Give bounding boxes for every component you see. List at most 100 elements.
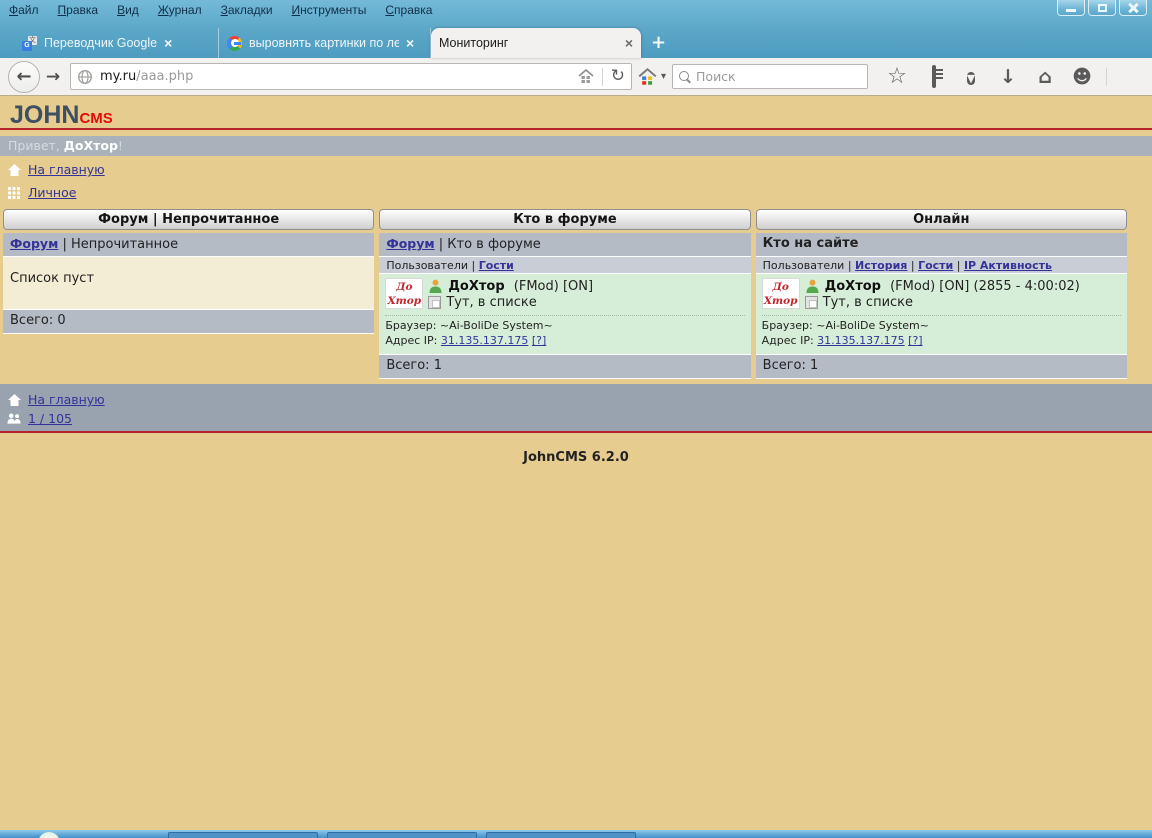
total-row: Всего: 1 [756, 354, 1127, 378]
url-text[interactable]: my.ru/aaa.php [100, 69, 571, 84]
user-card: До Хтор ДоХтор (FMod) [ON] (2855 - 4:00:… [756, 273, 1127, 354]
avatar-text: До [386, 280, 422, 294]
home-icon[interactable]: ⌂ [1032, 67, 1058, 87]
menu-edit[interactable]: Правка [58, 3, 99, 17]
menu-bookmarks[interactable]: Закладки [221, 3, 273, 17]
tab-google-translate[interactable]: 文 G Переводчик Google × [14, 28, 219, 58]
tab-monitoring[interactable]: Мониторинг × [431, 28, 641, 58]
ip-link[interactable]: 31.135.137.175 [441, 334, 528, 347]
ip-info: Адрес IP: 31.135.137.175 [?] [762, 334, 1121, 349]
ip-info: Адрес IP: 31.135.137.175 [?] [385, 334, 744, 349]
separator: | [907, 259, 918, 272]
separator: | [953, 259, 964, 272]
url-bar[interactable]: my.ru/aaa.php ↻ [70, 63, 632, 90]
tab-bar: 文 G Переводчик Google × выровнять картин… [0, 20, 1152, 58]
library-icon[interactable] [921, 67, 947, 86]
filter-ip-activity-link[interactable]: IP Активность [964, 259, 1052, 272]
nav-personal-link[interactable]: Личное [28, 185, 76, 200]
taskbar-button[interactable] [486, 832, 636, 838]
forward-icon: → [46, 67, 60, 87]
forum-link[interactable]: Форум [10, 236, 58, 251]
menu-history[interactable]: Журнал [158, 3, 202, 17]
search-box[interactable] [672, 64, 868, 89]
forward-button[interactable]: → [40, 65, 66, 89]
extension-house-grey-icon[interactable] [578, 69, 594, 84]
back-button[interactable]: ← [8, 61, 40, 93]
greeting-prefix: Привет, [8, 138, 64, 153]
filter-row: Пользователи | История | Гости | IP Акти… [756, 256, 1127, 273]
filter-guests-link[interactable]: Гости [918, 259, 953, 272]
start-button[interactable] [38, 832, 60, 838]
divider [385, 315, 744, 316]
footer-counter-row: 1 / 105 [7, 409, 1152, 428]
restore-icon [1098, 4, 1107, 12]
tab-close-icon[interactable]: × [625, 36, 633, 50]
logo-primary: JOHN [10, 101, 79, 129]
column-header: Онлайн [756, 209, 1127, 230]
column-who-in-forum: Кто в форуме Форум | Кто в форуме Пользо… [379, 209, 750, 379]
ip-help-link[interactable]: [?] [532, 334, 546, 347]
search-icon [679, 71, 690, 82]
browser-info: Браузер: ~Ai-BoliDe System~ [762, 319, 1121, 334]
total-row: Всего: 1 [379, 354, 750, 378]
menu-file[interactable]: Файл [9, 3, 39, 17]
greeting-suffix: ! [118, 138, 123, 153]
menu-view[interactable]: Вид [117, 3, 139, 17]
column-title-row: Форум | Непрочитанное [3, 233, 374, 256]
window-controls [1057, 0, 1147, 16]
restore-button[interactable] [1088, 0, 1116, 16]
bookmark-star-icon[interactable]: ☆ [884, 66, 910, 88]
filter-history-link[interactable]: История [855, 259, 907, 272]
tab-close-icon[interactable]: × [164, 36, 172, 50]
house-icon [7, 164, 21, 176]
ip-label: Адрес IP: [385, 334, 441, 347]
menu-help[interactable]: Справка [385, 3, 432, 17]
users-icon [7, 413, 21, 424]
footer-home-link[interactable]: На главную [28, 392, 105, 407]
title-rest: Кто в форуме [447, 237, 541, 252]
google-translate-icon: 文 G [22, 36, 37, 51]
online-counter-link[interactable]: 1 / 105 [28, 411, 72, 426]
extension-button[interactable]: ▾ [638, 68, 666, 86]
browser-value: ~Ai-BoliDe System~ [440, 319, 553, 332]
ip-link[interactable]: 31.135.137.175 [817, 334, 904, 347]
back-icon: ← [16, 66, 31, 87]
tab-title: Переводчик Google [44, 36, 157, 50]
divider [762, 315, 1121, 316]
greeting-username: ДоХтор [64, 138, 118, 153]
title-text: Кто на сайте [763, 236, 859, 251]
person-online-icon [428, 279, 443, 293]
close-icon [1127, 3, 1139, 13]
page-footer-bar: На главную 1 / 105 [0, 384, 1152, 431]
ip-help-link[interactable]: [?] [908, 334, 922, 347]
new-tab-button[interactable]: + [651, 34, 666, 52]
footer-home-row: На главную [7, 390, 1152, 409]
minimize-icon [1066, 9, 1076, 12]
minimize-button[interactable] [1057, 0, 1085, 16]
forum-link[interactable]: Форум [386, 236, 434, 251]
taskbar-button[interactable] [168, 832, 318, 838]
refresh-icon[interactable]: ↻ [611, 68, 625, 85]
user-name: ДоХтор [448, 279, 504, 294]
search-input[interactable] [696, 69, 861, 84]
pocket-icon[interactable]: ▼ [958, 67, 984, 87]
chevron-down-icon[interactable]: ▾ [661, 71, 666, 82]
title-rest: Непрочитанное [71, 237, 178, 252]
menu-bar: Файл Правка Вид Журнал Закладки Инструме… [0, 0, 1152, 20]
menu-tools[interactable]: Инструменты [292, 3, 367, 17]
avatar: До Хтор [385, 278, 423, 309]
close-button[interactable] [1119, 0, 1147, 16]
tab-search-result[interactable]: выровнять картинки по ле... × [219, 28, 431, 58]
separator: | [58, 237, 71, 252]
download-icon[interactable]: ↓ [995, 67, 1021, 87]
avatar-text: До [763, 280, 799, 294]
separator: | [468, 259, 479, 272]
nav-home-link[interactable]: На главную [28, 162, 105, 177]
divider [1106, 68, 1107, 86]
tab-close-icon[interactable]: × [406, 36, 414, 50]
user-card: До Хтор ДоХтор (FMod) [ON] [379, 273, 750, 354]
taskbar-button[interactable] [327, 832, 477, 838]
feedback-smiley-icon[interactable]: ☻ [1069, 67, 1095, 87]
filter-guests-link[interactable]: Гости [479, 259, 514, 272]
nav-personal-row: Личное [0, 183, 1152, 202]
